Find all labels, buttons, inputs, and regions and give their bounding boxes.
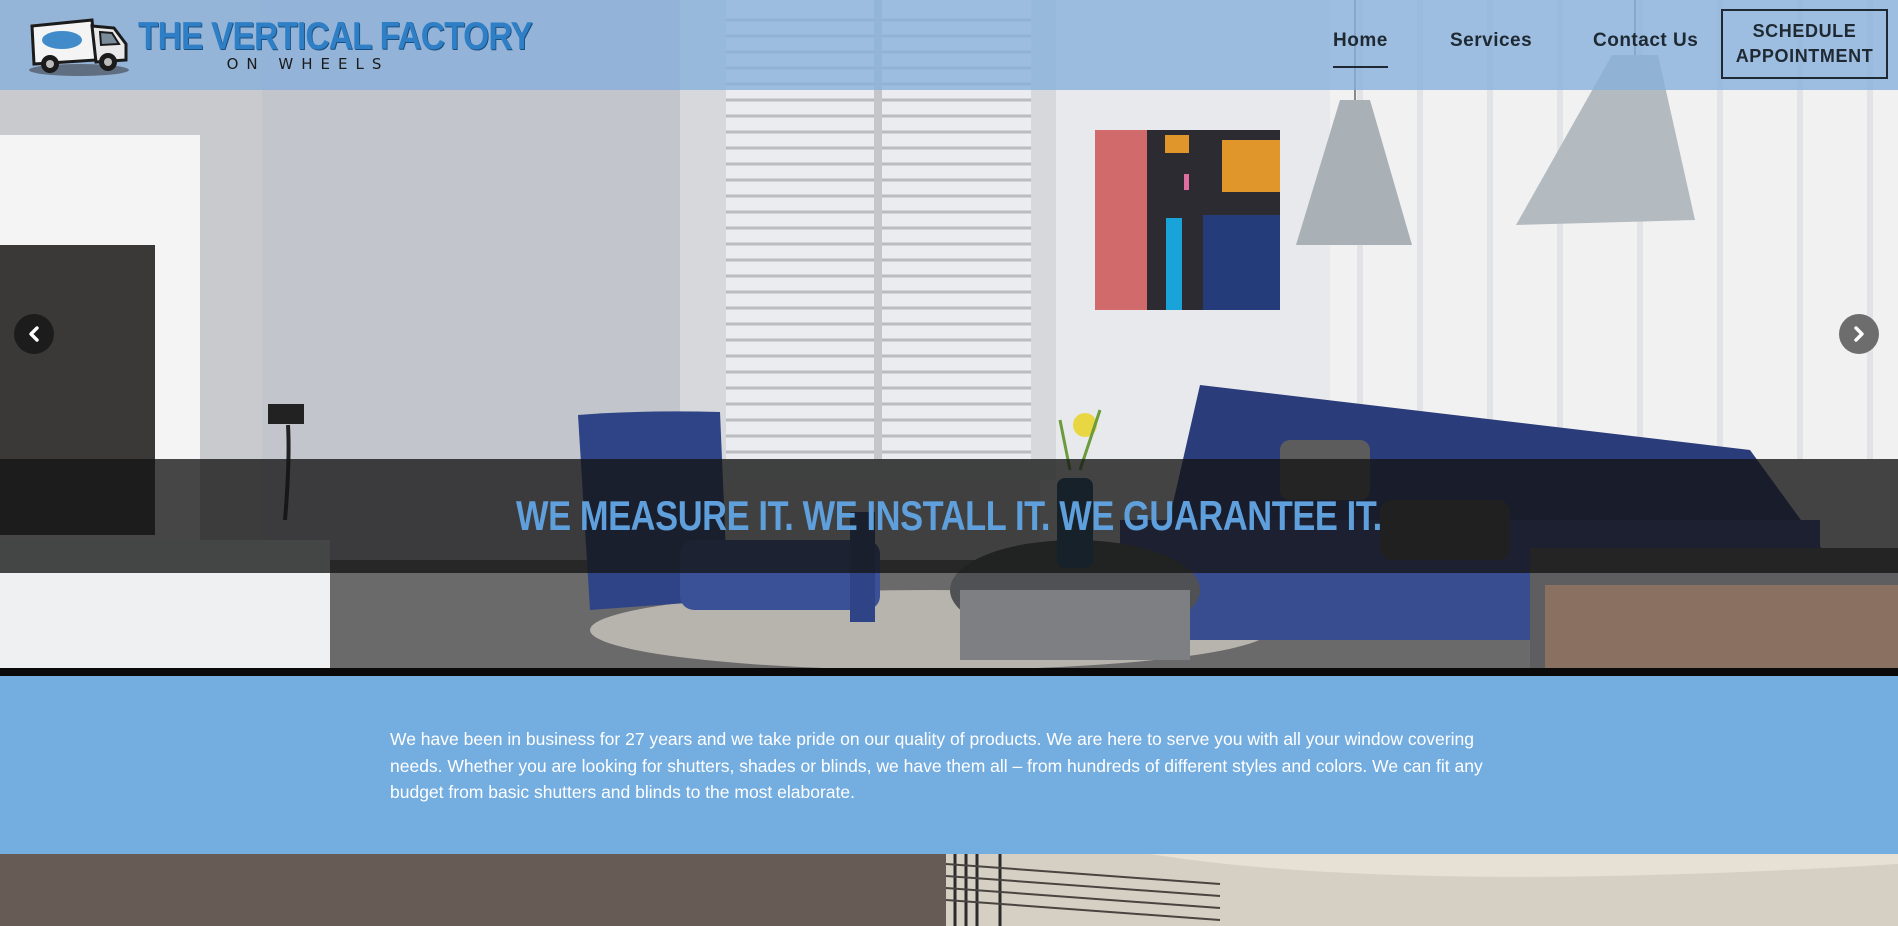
carousel-next-button[interactable] [1839, 314, 1879, 354]
chevron-left-icon [29, 326, 39, 342]
nav-item-contact-us[interactable]: Contact Us [1593, 30, 1698, 52]
hero-caption-band: WE MEASURE IT. WE INSTALL IT. WE GUARANT… [0, 459, 1898, 573]
brand-title: THE VERTICAL FACTORY [138, 15, 533, 58]
chevron-right-icon [1854, 326, 1864, 342]
logo-link[interactable]: THE VERTICAL FACTORY ON WHEELS [26, 12, 533, 78]
nav-item-home[interactable]: Home [1333, 30, 1388, 68]
about-section: We have been in business for 27 years an… [0, 676, 1898, 854]
carousel-prev-button[interactable] [14, 314, 54, 354]
truck-logo-icon [29, 18, 129, 76]
next-section-image [0, 854, 1898, 926]
site-header: THE VERTICAL FACTORY ON WHEELS Home Serv… [0, 0, 1898, 90]
hero-bottom-border [0, 668, 1898, 676]
blinds-image [0, 854, 1898, 926]
about-text: We have been in business for 27 years an… [390, 729, 1483, 802]
nav-item-services[interactable]: Services [1450, 30, 1532, 52]
schedule-appointment-button[interactable]: SCHEDULE APPOINTMENT [1721, 9, 1888, 79]
hero-caption: WE MEASURE IT. WE INSTALL IT. WE GUARANT… [516, 492, 1382, 539]
